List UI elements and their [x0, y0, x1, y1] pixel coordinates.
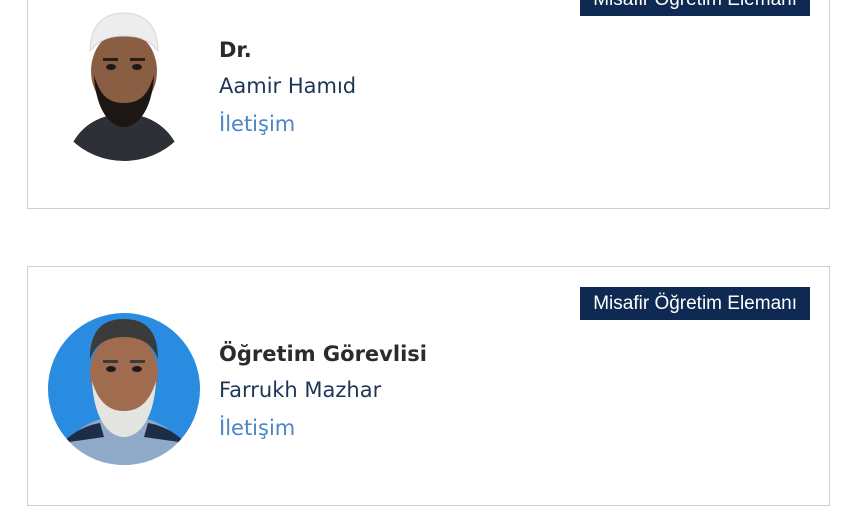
avatar [48, 9, 200, 161]
staff-card: Misafir Öğretim Elemanı Dr. Aamir Hamıd … [27, 0, 830, 209]
staff-info: Dr. Aamir Hamıd İletişim [219, 33, 356, 143]
role-badge: Misafir Öğretim Elemanı [580, 287, 810, 320]
role-badge: Misafir Öğretim Elemanı [580, 0, 810, 16]
contact-link[interactable]: İletişim [219, 416, 295, 440]
profile-photo [48, 313, 200, 465]
profile-photo [48, 9, 200, 161]
staff-title: Dr. [219, 38, 252, 62]
avatar [48, 313, 200, 465]
staff-info: Öğretim Görevlisi Farrukh Mazhar İletişi… [219, 337, 427, 447]
staff-name: Farrukh Mazhar [219, 378, 382, 402]
contact-link[interactable]: İletişim [219, 112, 295, 136]
staff-card: Misafir Öğretim Elemanı Öğretim Görevlis… [27, 266, 830, 506]
staff-title: Öğretim Görevlisi [219, 342, 427, 366]
staff-name: Aamir Hamıd [219, 74, 357, 98]
